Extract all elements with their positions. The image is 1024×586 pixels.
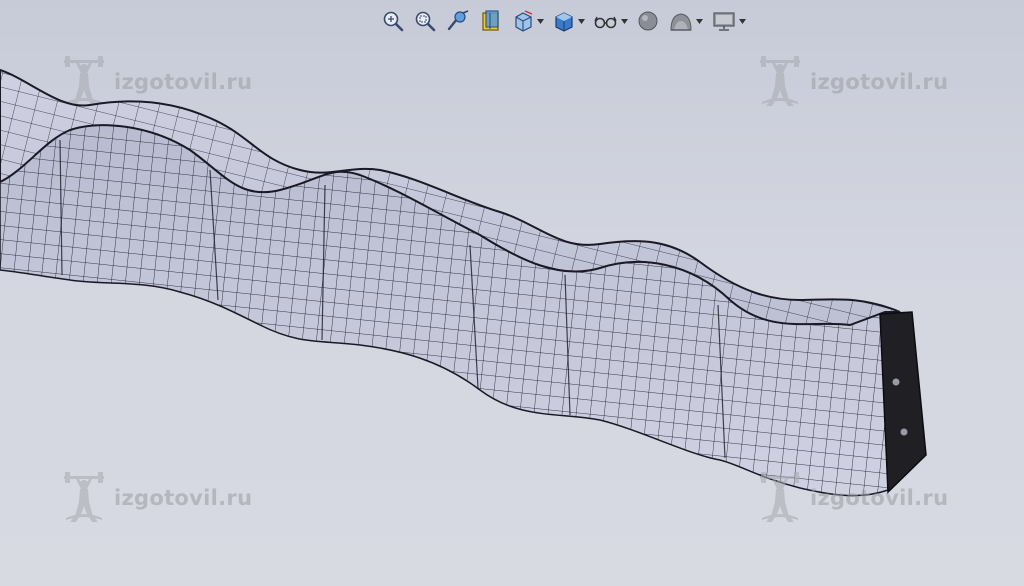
view-settings-button[interactable]	[708, 7, 749, 35]
chevron-down-icon	[621, 18, 628, 24]
chevron-down-icon	[739, 18, 746, 24]
chevron-down-icon	[696, 18, 703, 24]
view-orientation-button[interactable]	[508, 7, 547, 35]
bolt-hole	[892, 378, 900, 386]
zoom-to-area-button[interactable]	[410, 7, 440, 35]
3d-model[interactable]	[0, 0, 1024, 586]
section-view-icon	[482, 10, 499, 31]
hide-show-items-button[interactable]	[590, 7, 631, 35]
end-plate[interactable]	[879, 311, 927, 494]
apply-scene-icon	[670, 13, 692, 31]
previous-view-icon	[447, 10, 469, 31]
hide-show-items-icon	[594, 16, 617, 29]
section-view-button[interactable]	[476, 7, 506, 35]
edit-appearance-button[interactable]	[633, 7, 663, 35]
graphics-viewport[interactable]: izgotovil.ru izgotovil.ru izgotovil.ru i…	[0, 0, 1024, 586]
display-style-button[interactable]	[549, 7, 588, 35]
apply-scene-button[interactable]	[665, 7, 706, 35]
chevron-down-icon	[537, 18, 544, 24]
zoom-to-fit-icon	[383, 11, 404, 32]
edit-appearance-icon	[638, 11, 658, 31]
bolt-hole	[900, 428, 908, 436]
zoom-to-area-icon	[415, 11, 436, 32]
view-orientation-icon	[515, 10, 533, 32]
previous-view-button[interactable]	[442, 7, 474, 35]
chevron-down-icon	[578, 18, 585, 24]
zoom-to-fit-button[interactable]	[378, 7, 408, 35]
view-settings-icon	[713, 12, 735, 31]
display-style-icon	[555, 12, 573, 32]
heads-up-view-toolbar	[378, 6, 749, 36]
